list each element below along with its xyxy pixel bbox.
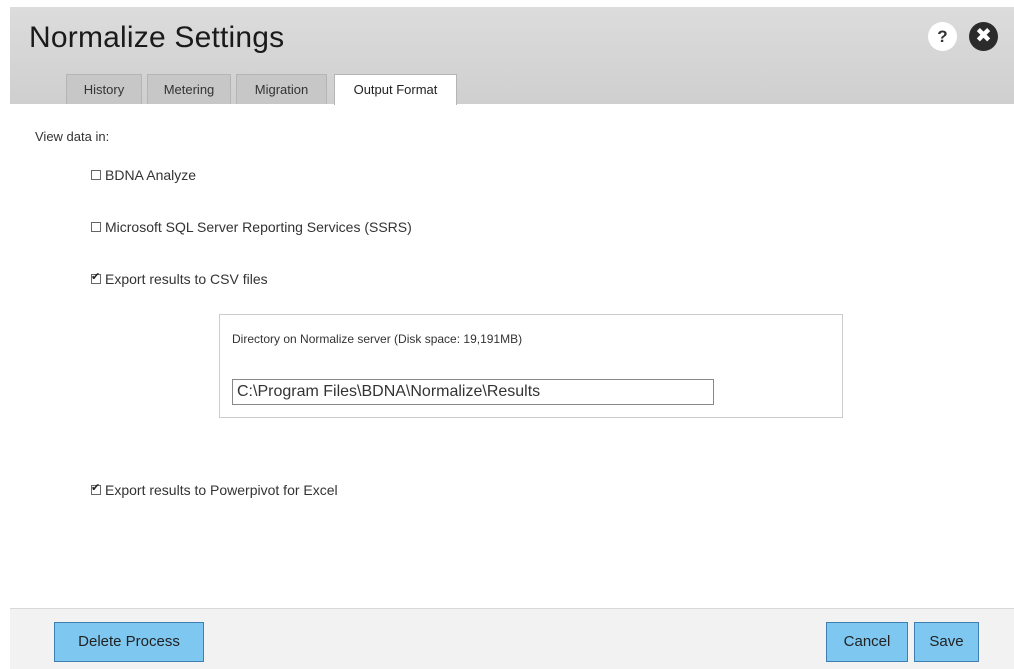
bdna-analyze-checkbox[interactable]: [91, 170, 101, 180]
export-powerpivot-checkbox[interactable]: [91, 481, 101, 495]
save-button[interactable]: Save: [914, 622, 979, 662]
tab-history[interactable]: History: [66, 74, 142, 104]
delete-process-button[interactable]: Delete Process: [54, 622, 204, 662]
export-csv-label: Export results to CSV files: [105, 271, 268, 287]
option-export-powerpivot[interactable]: Export results to Powerpivot for Excel: [91, 481, 338, 498]
tab-output-format[interactable]: Output Format: [334, 74, 457, 105]
directory-input[interactable]: [232, 379, 714, 405]
tab-metering[interactable]: Metering: [147, 74, 231, 104]
option-ssrs[interactable]: Microsoft SQL Server Reporting Services …: [91, 219, 412, 235]
option-bdna-analyze[interactable]: BDNA Analyze: [91, 167, 196, 183]
dialog-header: Normalize Settings ? ✖ History Metering …: [10, 7, 1014, 105]
export-powerpivot-label: Export results to Powerpivot for Excel: [105, 482, 338, 498]
close-icon[interactable]: ✖: [969, 22, 998, 51]
tab-migration[interactable]: Migration: [236, 74, 327, 104]
csv-directory-panel: Directory on Normalize server (Disk spac…: [219, 314, 843, 418]
dialog-footer: Delete Process Cancel Save: [10, 608, 1014, 669]
option-export-csv[interactable]: Export results to CSV files: [91, 270, 268, 287]
ssrs-label: Microsoft SQL Server Reporting Services …: [105, 219, 412, 235]
bdna-analyze-label: BDNA Analyze: [105, 167, 197, 183]
cancel-button[interactable]: Cancel: [826, 622, 908, 662]
dialog-title: Normalize Settings: [29, 21, 285, 54]
ssrs-checkbox[interactable]: [91, 222, 101, 232]
view-data-label: View data in:: [35, 129, 110, 144]
directory-label: Directory on Normalize server (Disk spac…: [232, 332, 523, 346]
export-csv-checkbox[interactable]: [91, 270, 101, 284]
help-icon[interactable]: ?: [928, 22, 957, 51]
